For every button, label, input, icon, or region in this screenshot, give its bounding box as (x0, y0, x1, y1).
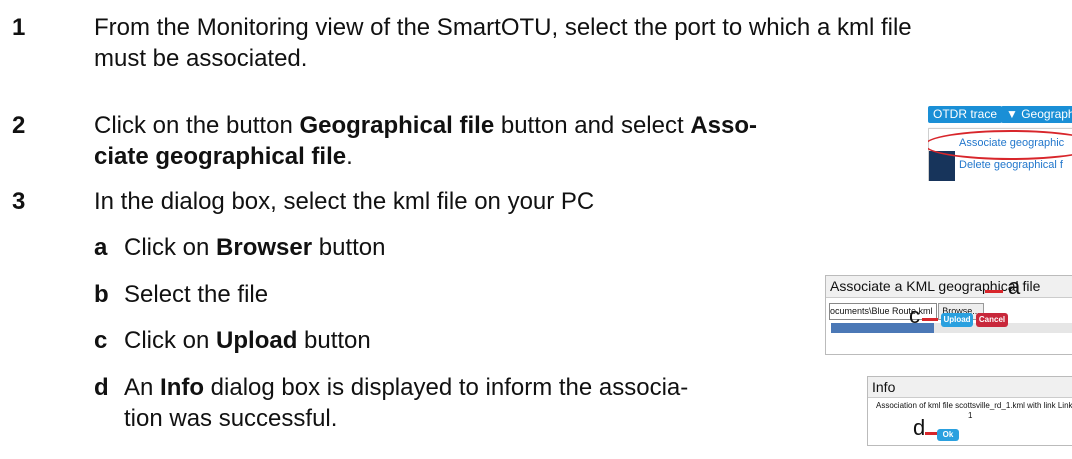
step-2-number: 2 (12, 112, 26, 139)
info-dialog-title: Info (868, 377, 1072, 398)
step-1-text-line2: must be associated. (94, 45, 308, 72)
step-2-end: . (346, 143, 353, 170)
substep-b-letter: b (94, 281, 109, 308)
substep-d-text-line2: tion was successful. (124, 405, 338, 432)
info-dialog-message-line2: 1 (968, 411, 973, 420)
substep-d-bold: Info (160, 374, 205, 401)
step-2-text-line2: ciate geographical file. (94, 141, 353, 172)
step-2-pre: Click on the button (94, 112, 300, 139)
substep-a-letter: a (94, 234, 108, 261)
substep-c-post: button (297, 327, 371, 354)
substep-c-pre: Click on (124, 327, 217, 354)
step-2-bold-ciate: ciate geographical file (94, 143, 347, 170)
kml-file-path-field[interactable]: ocuments\Blue Route.kml (829, 303, 937, 320)
cancel-button[interactable]: Cancel (976, 313, 1008, 327)
callout-c-line (922, 318, 938, 321)
substep-a-pre: Click on (124, 234, 217, 261)
delete-geographical-file-item[interactable]: Delete geographical f (959, 159, 1063, 171)
callout-a-line (985, 290, 1003, 293)
substep-a-post: button (312, 234, 386, 261)
geographical-file-button[interactable]: ▼ Geograph (1001, 106, 1072, 123)
step-3-number: 3 (12, 188, 26, 215)
substep-a-text: Click on Browser button (124, 232, 385, 263)
step-2-bold-geo: Geographical file (299, 112, 495, 139)
step-2-bold-asso: Asso- (690, 112, 757, 139)
substep-d-letter: d (94, 374, 109, 401)
substep-d-post: dialog box is displayed to inform the as… (204, 374, 689, 401)
step-3-text: In the dialog box, select the kml file o… (94, 188, 595, 215)
substep-a-bold: Browser (216, 234, 313, 261)
otdr-trace-button[interactable]: OTDR trace (928, 106, 1003, 123)
substep-c-letter: c (94, 327, 108, 354)
callout-c-text: c (909, 303, 920, 328)
substep-c-bold: Upload (216, 327, 298, 354)
info-dialog-message: Association of kml file scottsville_rd_1… (876, 401, 1072, 410)
substep-c-text: Click on Upload button (124, 325, 371, 356)
step-1-number: 1 (12, 14, 26, 41)
upload-button[interactable]: Upload (941, 313, 973, 327)
callout-a-label: a (1008, 274, 1021, 299)
step-1-text-line1: From the Monitoring view of the SmartOTU… (94, 14, 912, 41)
step-2-mid: button and select (494, 112, 691, 139)
step-2-text-line1: Click on the button Geographical file bu… (94, 110, 757, 141)
geographical-menu-screenshot: OTDR trace ▼ Geograph Associate geograph… (928, 106, 1072, 181)
substep-b-text: Select the file (124, 281, 269, 308)
highlight-oval (928, 130, 1072, 160)
substep-d-text: An Info dialog box is displayed to infor… (124, 372, 688, 403)
info-dialog: Info Association of kml file scottsville… (867, 376, 1072, 446)
callout-d-label: d (913, 415, 926, 440)
dialog-title: Associate a KML geographical file (826, 276, 1072, 298)
ok-button[interactable]: Ok (937, 429, 959, 441)
callout-d-line (925, 432, 937, 435)
substep-d-pre: An (124, 374, 161, 401)
